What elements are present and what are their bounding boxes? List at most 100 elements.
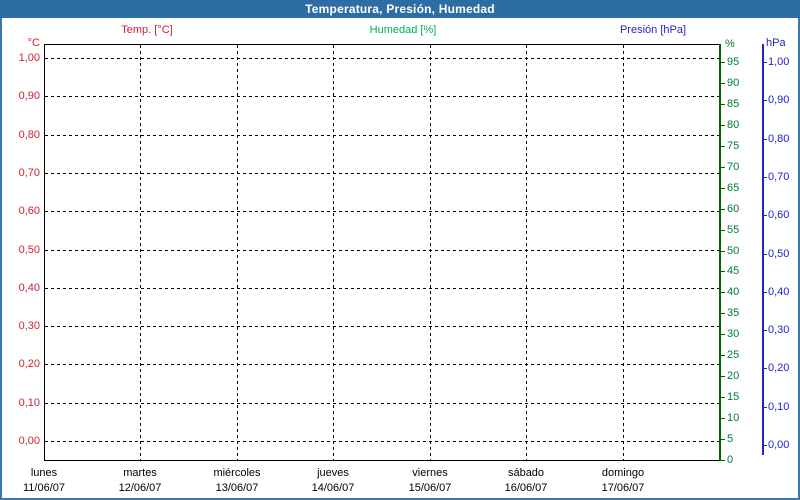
humidity-tick-mark bbox=[721, 251, 725, 252]
humidity-tick-label: 60 bbox=[727, 203, 740, 215]
v-gridline bbox=[526, 45, 527, 460]
v-gridline bbox=[140, 45, 141, 460]
humidity-tick-mark bbox=[721, 292, 725, 293]
humidity-tick-mark bbox=[721, 104, 725, 105]
humidity-tick-label: 15 bbox=[727, 391, 740, 403]
humidity-tick-mark bbox=[721, 313, 725, 314]
day-date: 13/06/07 bbox=[215, 482, 259, 494]
pressure-tick-mark bbox=[764, 330, 767, 331]
temp-axis-unit: °C bbox=[27, 37, 40, 49]
humidity-axis-line bbox=[719, 44, 721, 461]
plot-frame-top bbox=[44, 44, 721, 45]
day-name: miércoles bbox=[213, 467, 261, 479]
humidity-tick-mark bbox=[721, 355, 725, 356]
pressure-tick-label: 0,20 bbox=[768, 362, 790, 374]
day-name: martes bbox=[123, 467, 157, 479]
humidity-tick-mark bbox=[721, 334, 725, 335]
humidity-tick-mark bbox=[721, 167, 725, 168]
pressure-tick-mark bbox=[764, 254, 767, 255]
temp-tick-label: 0,30 bbox=[18, 320, 40, 332]
temp-tick-label: 0,10 bbox=[18, 397, 40, 409]
day-name: viernes bbox=[412, 467, 448, 479]
v-gridline bbox=[430, 45, 431, 460]
humidity-tick-label: 85 bbox=[727, 98, 740, 110]
h-gridline bbox=[45, 58, 719, 59]
humidity-tick-mark bbox=[721, 397, 725, 398]
humidity-tick-mark bbox=[721, 188, 725, 189]
h-gridline bbox=[45, 135, 719, 136]
pressure-tick-label: 0,10 bbox=[768, 401, 790, 413]
temp-tick-label: 0,00 bbox=[18, 435, 40, 447]
temp-tick-label: 0,70 bbox=[18, 167, 40, 179]
humidity-tick-label: 50 bbox=[727, 245, 740, 257]
pressure-tick-label: 0,90 bbox=[768, 94, 790, 106]
humidity-tick-mark bbox=[721, 62, 725, 63]
day-name: lunes bbox=[30, 467, 58, 479]
humidity-tick-mark bbox=[721, 271, 725, 272]
humidity-tick-mark bbox=[721, 230, 725, 231]
humidity-tick-label: 70 bbox=[727, 161, 740, 173]
temp-tick-label: 0,20 bbox=[18, 358, 40, 370]
h-gridline bbox=[45, 211, 719, 212]
pressure-axis-unit: hPa bbox=[766, 37, 786, 49]
humidity-tick-mark bbox=[721, 83, 725, 84]
legend-humidity: Humedad [%] bbox=[369, 24, 437, 36]
humidity-tick-label: 65 bbox=[727, 182, 740, 194]
h-gridline bbox=[45, 441, 719, 442]
day-date: 16/06/07 bbox=[504, 482, 548, 494]
temp-tick-label: 0,50 bbox=[18, 244, 40, 256]
pressure-tick-label: 0,50 bbox=[768, 248, 790, 260]
h-gridline bbox=[45, 173, 719, 174]
h-gridline bbox=[45, 96, 719, 97]
h-gridline bbox=[45, 326, 719, 327]
day-date: 11/06/07 bbox=[22, 482, 65, 494]
humidity-tick-label: 90 bbox=[727, 77, 740, 89]
pressure-tick-mark bbox=[764, 139, 767, 140]
humidity-tick-label: 95 bbox=[727, 56, 740, 68]
pressure-tick-mark bbox=[764, 100, 767, 101]
humidity-tick-mark bbox=[721, 209, 725, 210]
pressure-tick-mark bbox=[764, 177, 767, 178]
humidity-tick-mark bbox=[721, 460, 725, 461]
day-date: 14/06/07 bbox=[311, 482, 355, 494]
day-date: 12/06/07 bbox=[118, 482, 162, 494]
humidity-tick-label: 5 bbox=[727, 433, 734, 445]
plot-frame-bottom bbox=[44, 460, 721, 461]
pressure-tick-mark bbox=[764, 368, 767, 369]
humidity-tick-label: 45 bbox=[727, 265, 740, 277]
pressure-tick-label: 0,60 bbox=[768, 209, 790, 221]
pressure-tick-mark bbox=[764, 292, 767, 293]
pressure-axis-line bbox=[762, 44, 764, 455]
humidity-tick-mark bbox=[721, 376, 725, 377]
humidity-tick-mark bbox=[721, 125, 725, 126]
humidity-tick-label: 25 bbox=[727, 349, 740, 361]
chart-window: Temperatura, Presión, Humedad Temp. [°C]… bbox=[0, 0, 800, 500]
h-gridline bbox=[45, 288, 719, 289]
pressure-tick-label: 0,30 bbox=[768, 324, 790, 336]
humidity-tick-label: 40 bbox=[727, 286, 740, 298]
humidity-tick-label: 0 bbox=[727, 454, 734, 466]
humidity-tick-mark bbox=[721, 146, 725, 147]
temp-tick-label: 1,00 bbox=[18, 52, 40, 64]
humidity-tick-label: 55 bbox=[727, 224, 740, 236]
pressure-tick-mark bbox=[764, 215, 767, 216]
day-name: domingo bbox=[601, 467, 645, 479]
temp-tick-label: 0,80 bbox=[18, 129, 40, 141]
humidity-tick-mark bbox=[721, 418, 725, 419]
temp-tick-label: 0,60 bbox=[18, 205, 40, 217]
pressure-tick-label: 1,00 bbox=[768, 56, 790, 68]
day-name: jueves bbox=[317, 467, 349, 479]
humidity-tick-label: 30 bbox=[727, 328, 740, 340]
humidity-tick-label: 20 bbox=[727, 370, 740, 382]
pressure-tick-label: 0,80 bbox=[768, 133, 790, 145]
h-gridline bbox=[45, 403, 719, 404]
v-gridline bbox=[237, 45, 238, 460]
pressure-tick-mark bbox=[764, 407, 767, 408]
pressure-tick-label: 0,00 bbox=[768, 439, 790, 451]
legend-temp: Temp. [°C] bbox=[121, 24, 173, 36]
humidity-axis-unit: % bbox=[725, 38, 735, 50]
humidity-tick-label: 80 bbox=[727, 119, 740, 131]
window-title: Temperatura, Presión, Humedad bbox=[0, 0, 800, 18]
legend-pressure: Presión [hPa] bbox=[619, 24, 687, 36]
h-gridline bbox=[45, 364, 719, 365]
